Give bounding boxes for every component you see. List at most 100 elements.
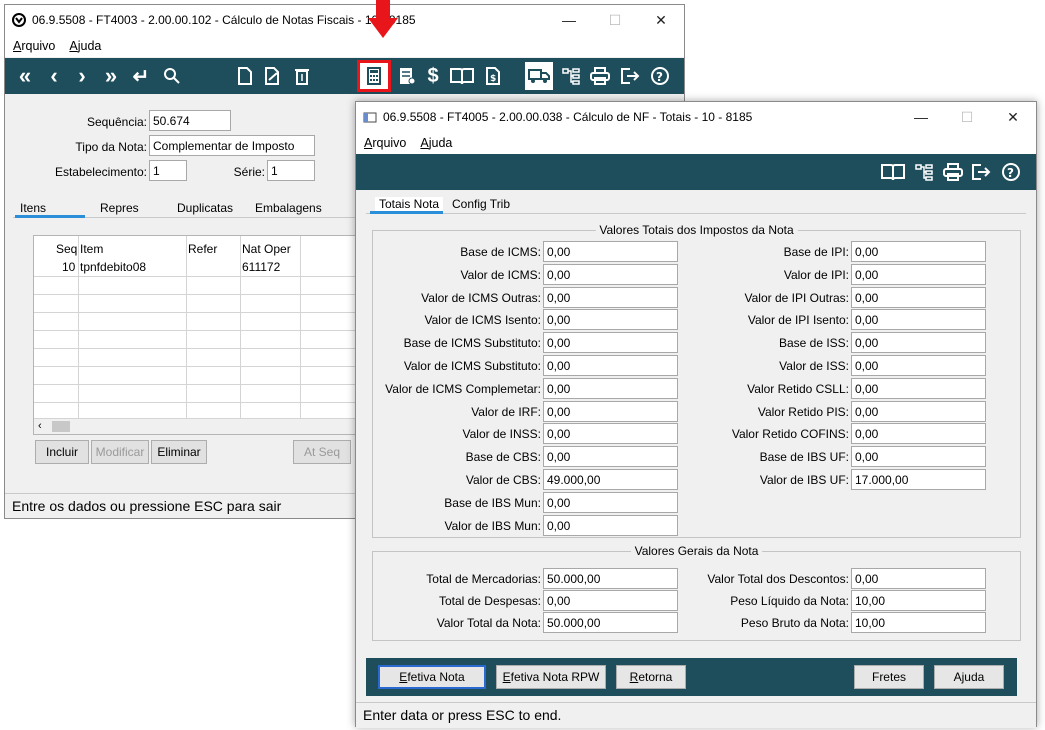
valor-total-dos-descontos-field[interactable]: 0,00 [851,568,986,589]
base-de-cbs-label: Base de CBS: [465,450,541,465]
book-icon[interactable] [449,62,475,90]
edit-doc-icon[interactable] [263,62,283,90]
valor-de-iss-field[interactable]: 0,00 [851,355,986,376]
serie-field[interactable]: 1 [267,160,315,181]
base-de-ibs-uf-field[interactable]: 0,00 [851,446,986,468]
base-de-iss-field[interactable]: 0,00 [851,332,986,354]
table-row[interactable] [34,366,362,367]
base-de-ibs-mun-field[interactable]: 0,00 [543,491,678,513]
base-de-ipi-label: Base de IPI: [783,245,849,259]
menu-ajuda[interactable]: Ajuda [420,136,452,150]
table-row[interactable] [34,402,362,403]
scroll-left-icon[interactable]: ‹ [38,420,42,432]
menu-arquivo[interactable]: Arquivo [13,39,55,53]
valor-de-cbs-field[interactable]: 49.000,00 [543,469,678,490]
minimize-button[interactable]: — [546,5,592,35]
prev-icon[interactable]: ‹ [45,62,63,90]
tab-config-trib[interactable]: Config Trib [452,197,510,211]
document-icon[interactable]: $ [483,62,503,90]
trash-icon[interactable] [292,62,312,90]
print-icon[interactable] [942,158,964,186]
total-de-mercadorias-field[interactable]: 50.000,00 [543,568,678,589]
estabelecimento-field[interactable]: 1 [149,160,187,181]
valor-de-icms-field[interactable]: 0,00 [543,263,678,285]
tab-duplicatas[interactable]: Duplicatas [177,201,233,215]
menu-ajuda[interactable]: Ajuda [69,39,101,53]
help-icon[interactable]: ? [1000,158,1022,186]
search-icon[interactable] [161,62,183,90]
valor-retido-csll-field[interactable]: 0,00 [851,377,986,399]
tree-icon[interactable] [561,62,581,90]
menu-arquivo[interactable]: Arquivo [364,136,406,150]
last-icon[interactable]: » [99,62,123,90]
maximize-button[interactable]: ☐ [592,5,638,35]
base-de-icms-substituto-field[interactable]: 0,00 [543,332,678,354]
peso-bruto-da-nota-field[interactable]: 10,00 [851,612,986,633]
modificar-button[interactable]: Modificar [91,440,149,464]
base-de-cbs-field[interactable]: 0,00 [543,446,678,468]
base-de-icms-field[interactable]: 0,00 [543,241,678,262]
dollar-icon[interactable]: $ [425,62,441,90]
exit-icon[interactable] [619,62,641,90]
peso-liquido-da-nota-field[interactable]: 10,00 [851,590,986,611]
maximize-button[interactable]: ☐ [944,102,990,132]
valor-de-ipi-isento-field[interactable]: 0,00 [851,309,986,331]
sequencia-field[interactable]: 50.674 [149,110,231,131]
valor-total-dos-descontos-label: Valor Total dos Descontos: [707,572,849,586]
close-button[interactable]: ✕ [638,5,684,35]
document-list-icon[interactable] [397,62,417,90]
table-row[interactable] [34,384,362,385]
close-button[interactable]: ✕ [990,102,1036,132]
table-row[interactable] [34,294,362,295]
valor-de-icms-substituto-field[interactable]: 0,00 [543,355,678,376]
table-row[interactable] [34,330,362,331]
table-row[interactable] [34,312,362,313]
calculator-icon[interactable] [357,60,391,92]
tree-icon[interactable] [914,158,934,186]
ajuda-button[interactable]: Ajuda [934,665,1004,689]
table-row[interactable] [34,276,362,277]
tab-itens[interactable]: Itens [20,201,46,215]
valor-de-ibs-mun-field[interactable]: 0,00 [543,514,678,536]
at-seq-button[interactable]: At Seq [293,440,351,464]
peso-bruto-da-nota-label: Peso Bruto da Nota: [740,616,849,630]
help-icon[interactable]: ? [649,62,671,90]
valor-de-ipi-outras-field[interactable]: 0,00 [851,286,986,308]
valor-de-ipi-field[interactable]: 0,00 [851,263,986,285]
valor-retido-cofins-field[interactable]: 0,00 [851,423,986,445]
base-de-ipi-field[interactable]: 0,00 [851,241,986,262]
valor-de-irf-field[interactable]: 0,00 [543,400,678,422]
eliminar-button[interactable]: Eliminar [151,440,207,464]
tab-totais-nota[interactable]: Totais Nota [375,197,444,211]
retorna-button[interactable]: Retorna [616,665,686,689]
total-de-despesas-field[interactable]: 0,00 [543,590,678,611]
print-icon[interactable] [589,62,611,90]
scroll-thumb[interactable] [52,421,70,432]
tipo-nota-field[interactable]: Complementar de Imposto [149,135,315,156]
valor-de-ibs-uf-field[interactable]: 17.000,00 [851,469,986,490]
items-grid[interactable]: Seq Item Refer Nat Oper 10 tpnfdebito08 … [33,235,363,435]
svg-text:?: ? [1007,166,1014,180]
incluir-button[interactable]: Incluir [35,440,89,464]
tab-repres[interactable]: Repres [100,201,139,215]
next-icon[interactable]: › [73,62,91,90]
truck-icon[interactable] [525,62,553,90]
valor-de-icms-isento-field[interactable]: 0,00 [543,309,678,331]
valor-total-da-nota-field[interactable]: 50.000,00 [543,612,678,633]
valor-de-icms-outras-field[interactable]: 0,00 [543,286,678,308]
first-icon[interactable]: « [13,62,37,90]
minimize-button[interactable]: — [898,102,944,132]
table-row[interactable] [34,348,362,349]
new-doc-icon[interactable] [235,62,255,90]
valor-de-inss-field[interactable]: 0,00 [543,423,678,445]
fretes-button[interactable]: Fretes [854,665,924,689]
valor-de-icms-complemetar-field[interactable]: 0,00 [543,377,678,399]
valor-retido-pis-field[interactable]: 0,00 [851,400,986,422]
exit-icon[interactable] [970,158,992,186]
return-icon[interactable]: ↵ [129,62,153,90]
efetiva-nota-rpw-button[interactable]: Efetiva Nota RPW [496,665,606,689]
horizontal-scrollbar[interactable]: ‹ [34,418,362,434]
efetiva-nota-button[interactable]: Efetiva Nota [378,665,486,689]
book-icon[interactable] [880,158,906,186]
tab-embalagens[interactable]: Embalagens [255,201,322,215]
